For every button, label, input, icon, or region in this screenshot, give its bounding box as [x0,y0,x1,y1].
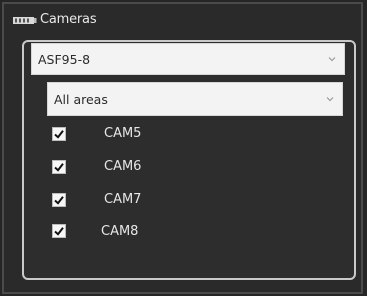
chevron-down-icon [328,57,336,62]
camera-label: CAM7 [104,192,142,207]
camera-checkbox[interactable] [52,224,66,238]
camera-label: CAM6 [104,159,142,174]
cameras-panel: Cameras ASF95-8 All areas CAM5 CAM6 CAM7… [0,0,367,296]
checkmark-icon [54,227,64,236]
camera-strip-icon [12,12,37,26]
checkmark-icon [54,130,64,139]
camera-list-item[interactable] [52,221,66,241]
area-select[interactable]: All areas [47,82,343,116]
camera-checkbox[interactable] [52,193,66,207]
chevron-down-icon [326,97,334,102]
camera-checkbox[interactable] [52,160,66,174]
site-select-value: ASF95-8 [38,51,91,67]
camera-label: CAM8 [101,224,139,239]
checkmark-icon [54,196,64,205]
camera-checkbox[interactable] [52,127,66,141]
camera-label: CAM5 [104,126,142,141]
panel-title: Cameras [40,11,97,27]
camera-list-item[interactable] [52,124,66,144]
camera-list-item[interactable] [52,190,66,210]
camera-list-item[interactable] [52,157,66,177]
area-select-value: All areas [54,91,108,107]
site-select[interactable]: ASF95-8 [31,43,345,75]
panel-header: Cameras [12,9,97,29]
camera-filter-group [22,40,356,280]
checkmark-icon [54,163,64,172]
